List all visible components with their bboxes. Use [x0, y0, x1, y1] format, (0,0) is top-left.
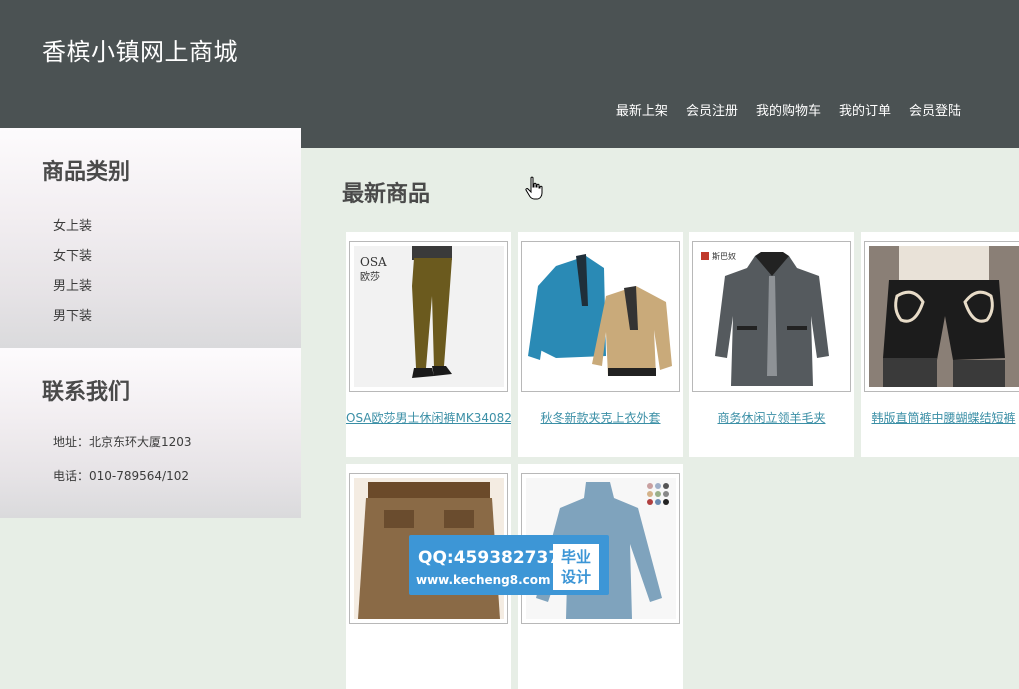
jacket-photo-icon [526, 246, 676, 387]
category-title: 商品类别 [42, 159, 131, 185]
nav-new-arrivals[interactable]: 最新上架 [616, 100, 668, 119]
category-list: 女上装 女下装 男上装 男下装 [0, 212, 301, 332]
product-name[interactable]: 秋冬新款夹克上衣外套 [518, 409, 683, 426]
contact-phone: 电话：010-789564/102 [53, 469, 189, 483]
product-image[interactable]: OSA 欧莎 [349, 241, 508, 392]
svg-text:斯巴奴: 斯巴奴 [712, 251, 736, 261]
category-item-women-bottoms[interactable]: 女下装 [53, 242, 301, 272]
contact-panel: 联系我们 地址：北京东环大厦1203 电话：010-789564/102 [0, 348, 301, 518]
nav-login[interactable]: 会员登陆 [909, 100, 961, 119]
category-panel: 商品类别 女上装 女下装 男上装 男下装 [0, 128, 301, 348]
watermark-badge-line1: 毕业 [560, 548, 591, 566]
watermark-banner: QQ:459382737 www.kecheng8.com 毕业 设计 [409, 535, 609, 595]
product-image[interactable] [521, 241, 680, 392]
watermark-qq: QQ:459382737 [418, 548, 561, 568]
main-nav: 最新上架 会员注册 我的购物车 我的订单 会员登陆 [616, 100, 961, 119]
trousers-photo-icon: OSA 欧莎 [354, 246, 504, 387]
category-item-women-tops[interactable]: 女上装 [53, 212, 301, 242]
watermark-badge: 毕业 设计 [553, 544, 599, 590]
site-header: 香槟小镇网上商城 最新上架 会员注册 我的购物车 我的订单 会员登陆 [0, 0, 1019, 148]
product-card[interactable]: 韩版直筒裤中腰蝴蝶结短裤 [861, 232, 1019, 457]
sidebar: 商品类别 女上装 女下装 男上装 男下装 联系我们 地址：北京东环大厦1203 … [0, 128, 301, 518]
product-image[interactable]: 斯巴奴 [692, 241, 851, 392]
product-image[interactable] [864, 241, 1019, 392]
nav-cart[interactable]: 我的购物车 [756, 100, 821, 119]
product-name[interactable]: 韩版直筒裤中腰蝴蝶结短裤 [861, 409, 1019, 426]
contact-address: 地址：北京东环大厦1203 [53, 435, 192, 449]
nav-register[interactable]: 会员注册 [686, 100, 738, 119]
product-name[interactable]: OSA欧莎男士休闲裤MK34082 [346, 409, 511, 426]
shorts-photo-icon [869, 246, 1019, 387]
nav-orders[interactable]: 我的订单 [839, 100, 891, 119]
product-card[interactable]: OSA 欧莎 OSA欧莎男士休闲裤MK34082 [346, 232, 511, 457]
contact-title: 联系我们 [42, 379, 131, 405]
svg-text:欧莎: 欧莎 [360, 270, 380, 283]
category-item-men-bottoms[interactable]: 男下装 [53, 302, 301, 332]
wool-coat-photo-icon: 斯巴奴 [697, 246, 847, 387]
product-card[interactable]: 斯巴奴 商务休闲立领羊毛夹 [689, 232, 854, 457]
watermark-badge-line2: 设计 [560, 568, 591, 586]
category-item-men-tops[interactable]: 男上装 [53, 272, 301, 302]
watermark-url: www.kecheng8.com [416, 573, 551, 587]
latest-products-title: 最新商品 [342, 181, 431, 207]
svg-text:OSA: OSA [360, 255, 387, 269]
hand-cursor-icon [525, 176, 543, 200]
product-card[interactable]: 秋冬新款夹克上衣外套 [518, 232, 683, 457]
site-title[interactable]: 香槟小镇网上商城 [42, 32, 238, 67]
product-name[interactable]: 商务休闲立领羊毛夹 [689, 409, 854, 426]
